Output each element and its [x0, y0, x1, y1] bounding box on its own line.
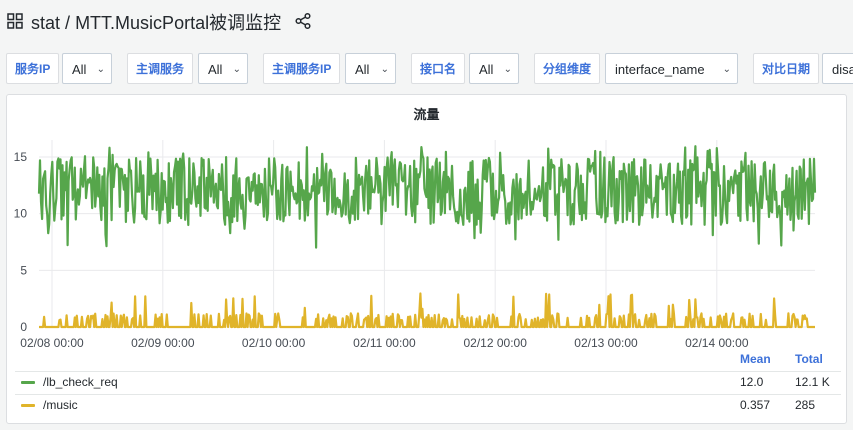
- chevron-down-icon: ⌄: [722, 64, 731, 75]
- legend-series-name[interactable]: /lb_check_req: [43, 375, 118, 389]
- legend-row[interactable]: /music 0.357 285: [15, 394, 841, 416]
- var-label-interface: 接口名: [411, 53, 466, 84]
- legend-swatch[interactable]: [21, 404, 35, 407]
- var-select-caller-service[interactable]: All ⌄: [198, 53, 248, 84]
- legend-row[interactable]: /lb_check_req 12.0 12.1 K: [15, 371, 841, 393]
- breadcrumb-folder[interactable]: stat: [31, 13, 60, 33]
- y-tick-label: 15: [14, 150, 28, 164]
- legend-total-value: 285: [795, 398, 816, 412]
- var-select-compare-date[interactable]: disa: [822, 53, 853, 84]
- var-value-caller-service: All: [208, 62, 223, 77]
- breadcrumb: stat / MTT.MusicPortal被调监控: [31, 9, 281, 35]
- var-label-caller-ip: 主调服务IP: [263, 53, 341, 84]
- dashboard-title[interactable]: MTT.MusicPortal被调监控: [75, 13, 281, 33]
- var-select-group-by[interactable]: interface_name ⌄: [605, 53, 738, 84]
- x-tick-label: 02/14 00:00: [685, 336, 749, 350]
- var-select-interface[interactable]: All ⌄: [469, 53, 519, 84]
- var-select-server-ip[interactable]: All ⌄: [62, 53, 112, 84]
- legend-swatch[interactable]: [21, 381, 35, 384]
- var-select-caller-ip[interactable]: All ⌄: [345, 53, 396, 84]
- var-value-caller-ip: All: [355, 62, 370, 77]
- chevron-down-icon: ⌄: [503, 64, 512, 75]
- traffic-chart[interactable]: 0 5 10 15 02/08 00:00 02/09 00:00 02/10 00:00 0…: [7, 95, 846, 350]
- x-tick-label: 02/08 00:00: [20, 336, 84, 350]
- chevron-down-icon: ⌄: [232, 64, 241, 75]
- chevron-down-icon: ⌄: [380, 64, 389, 75]
- share-icon[interactable]: [294, 12, 312, 30]
- y-tick-label: 10: [14, 207, 28, 221]
- dashboard-grid-icon[interactable]: [7, 13, 23, 29]
- var-label-compare-date: 对比日期: [753, 53, 820, 84]
- var-value-interface: All: [479, 62, 494, 77]
- x-tick-label: 02/12 00:00: [463, 336, 527, 350]
- chevron-down-icon: ⌄: [96, 64, 105, 75]
- x-tick-label: 02/13 00:00: [574, 336, 638, 350]
- y-tick-label: 0: [20, 320, 27, 334]
- traffic-panel: 流量 0 5 10 15 02/08 00:00 02/09 00:00 02/10 00:…: [6, 94, 847, 424]
- var-label-server-ip: 服务IP: [6, 53, 60, 84]
- series-line-music: [38, 292, 816, 329]
- legend-series-name[interactable]: /music: [43, 398, 78, 412]
- var-value-group-by: interface_name: [615, 62, 705, 77]
- var-value-server-ip: All: [72, 62, 87, 77]
- legend-mean-value: 12.0: [740, 375, 764, 389]
- x-tick-label: 02/11 00:00: [353, 336, 416, 350]
- dashboard-header: stat / MTT.MusicPortal被调监控: [0, 0, 853, 44]
- y-tick-label: 5: [20, 263, 27, 277]
- var-value-compare-date: disa: [832, 62, 853, 77]
- x-tick-label: 02/09 00:00: [131, 336, 195, 350]
- legend-total-value: 12.1 K: [795, 375, 830, 389]
- x-tick-label: 02/10 00:00: [242, 336, 306, 350]
- breadcrumb-separator: /: [65, 13, 71, 33]
- variables-toolbar: 服务IP All ⌄ 主调服务 All ⌄ 主调服务IP All ⌄ 接口名 A…: [0, 52, 853, 86]
- var-label-caller-service: 主调服务: [127, 53, 194, 84]
- legend-header-mean[interactable]: Mean: [740, 352, 771, 366]
- series-line-lb-check-req: [37, 145, 817, 249]
- var-label-group-by: 分组维度: [534, 53, 601, 84]
- legend-mean-value: 0.357: [740, 398, 771, 412]
- legend-header-total[interactable]: Total: [795, 352, 823, 366]
